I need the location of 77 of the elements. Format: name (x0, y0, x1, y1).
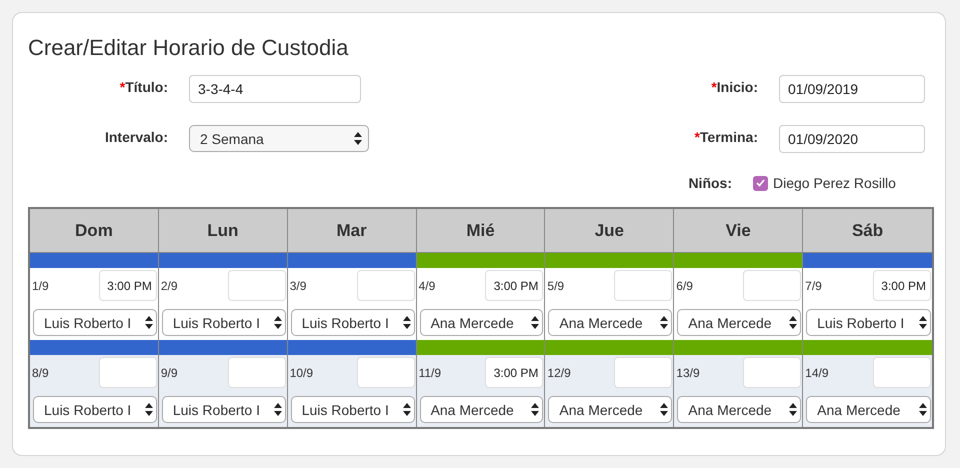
date-label: 1/9 (32, 278, 49, 292)
day-header: Sáb (803, 209, 932, 253)
field-label: Niños: (688, 175, 732, 191)
time-field[interactable]: 3:00 PM (98, 270, 157, 301)
time-field[interactable] (614, 270, 672, 301)
time-field[interactable] (743, 270, 802, 301)
day-header: Lun (158, 209, 288, 253)
select-arrows-icon (919, 316, 927, 329)
parent-select[interactable]: Ana Mercede (677, 309, 802, 336)
date-label: 14/9 (805, 366, 828, 380)
parent-select[interactable]: Ana Mercede (420, 309, 544, 336)
parent-select[interactable]: Ana Mercede (677, 396, 802, 423)
parent-select[interactable]: Luis Roberto I (162, 396, 286, 423)
date-label: 13/9 (676, 366, 700, 380)
time-field[interactable] (743, 357, 802, 388)
text-field[interactable]: 3-3-4-4 (189, 75, 361, 103)
checkbox[interactable] (753, 176, 768, 190)
select-arrows-icon (660, 403, 668, 416)
date-label: 10/9 (290, 366, 314, 380)
select-arrows-icon (144, 316, 153, 329)
parent-select[interactable]: Ana Mercede (420, 396, 544, 423)
time-field[interactable] (228, 270, 286, 301)
select-arrows-icon (789, 316, 798, 329)
time-field[interactable]: 3:00 PM (485, 270, 544, 301)
date-label: 6/9 (676, 278, 693, 292)
field-label: *Termina: (694, 128, 758, 145)
field-label: *Inicio: (711, 78, 758, 95)
date-label: 4/9 (418, 278, 436, 292)
interval-select[interactable]: 2 Semana (189, 125, 369, 152)
select-arrows-icon (531, 403, 540, 416)
text-field[interactable]: 01/09/2020 (779, 125, 925, 153)
check-icon (756, 179, 765, 187)
time-field[interactable]: 3:00 PM (873, 270, 931, 301)
select-arrows-icon (354, 132, 362, 145)
time-field[interactable] (228, 357, 286, 388)
select-arrows-icon (402, 403, 411, 416)
date-label: 5/9 (547, 278, 564, 292)
parent-select[interactable]: Luis Roberto I (290, 396, 415, 423)
time-field[interactable] (614, 357, 672, 388)
time-field[interactable] (356, 270, 415, 301)
select-arrows-icon (144, 403, 153, 416)
parent-select[interactable]: Luis Roberto I (806, 309, 931, 336)
day-header: Vie (674, 209, 804, 253)
time-field[interactable] (98, 357, 157, 388)
parent-select[interactable]: Luis Roberto I (162, 309, 286, 336)
parent-select[interactable]: Ana Mercede (806, 396, 931, 423)
date-label: 2/9 (160, 278, 178, 292)
date-label: 3/9 (290, 278, 306, 292)
select-arrows-icon (660, 316, 668, 329)
day-header: Jue (545, 209, 674, 253)
child-name: Diego Perez Rosillo (773, 175, 896, 191)
time-field[interactable]: 3:00 PM (485, 357, 544, 388)
parent-select[interactable]: Luis Roberto I (33, 396, 157, 423)
parent-select[interactable]: Ana Mercede (548, 309, 672, 336)
date-label: 9/9 (160, 366, 178, 380)
date-label: 8/9 (32, 366, 49, 380)
time-field[interactable] (873, 357, 931, 388)
select-arrows-icon (402, 316, 411, 329)
field-label: Intervalo: (104, 128, 168, 145)
time-field[interactable] (356, 357, 415, 388)
date-label: 7/9 (805, 278, 822, 292)
select-arrows-icon (919, 403, 927, 416)
day-header: Mar (288, 209, 417, 253)
text-field[interactable]: 01/09/2019 (779, 75, 925, 103)
select-arrows-icon (789, 403, 798, 416)
page-title: Crear/Editar Horario de Custodia (28, 35, 350, 61)
parent-select[interactable]: Luis Roberto I (290, 309, 415, 336)
date-label: 12/9 (547, 366, 571, 380)
parent-select[interactable]: Luis Roberto I (33, 309, 157, 336)
day-header: Dom (30, 209, 159, 253)
date-label: 11/9 (418, 366, 442, 380)
select-arrows-icon (274, 316, 282, 329)
parent-select[interactable]: Ana Mercede (548, 396, 672, 423)
day-header: Mié (416, 209, 546, 253)
field-label: *Título: (120, 78, 168, 95)
select-arrows-icon (274, 403, 282, 416)
select-arrows-icon (531, 316, 540, 329)
